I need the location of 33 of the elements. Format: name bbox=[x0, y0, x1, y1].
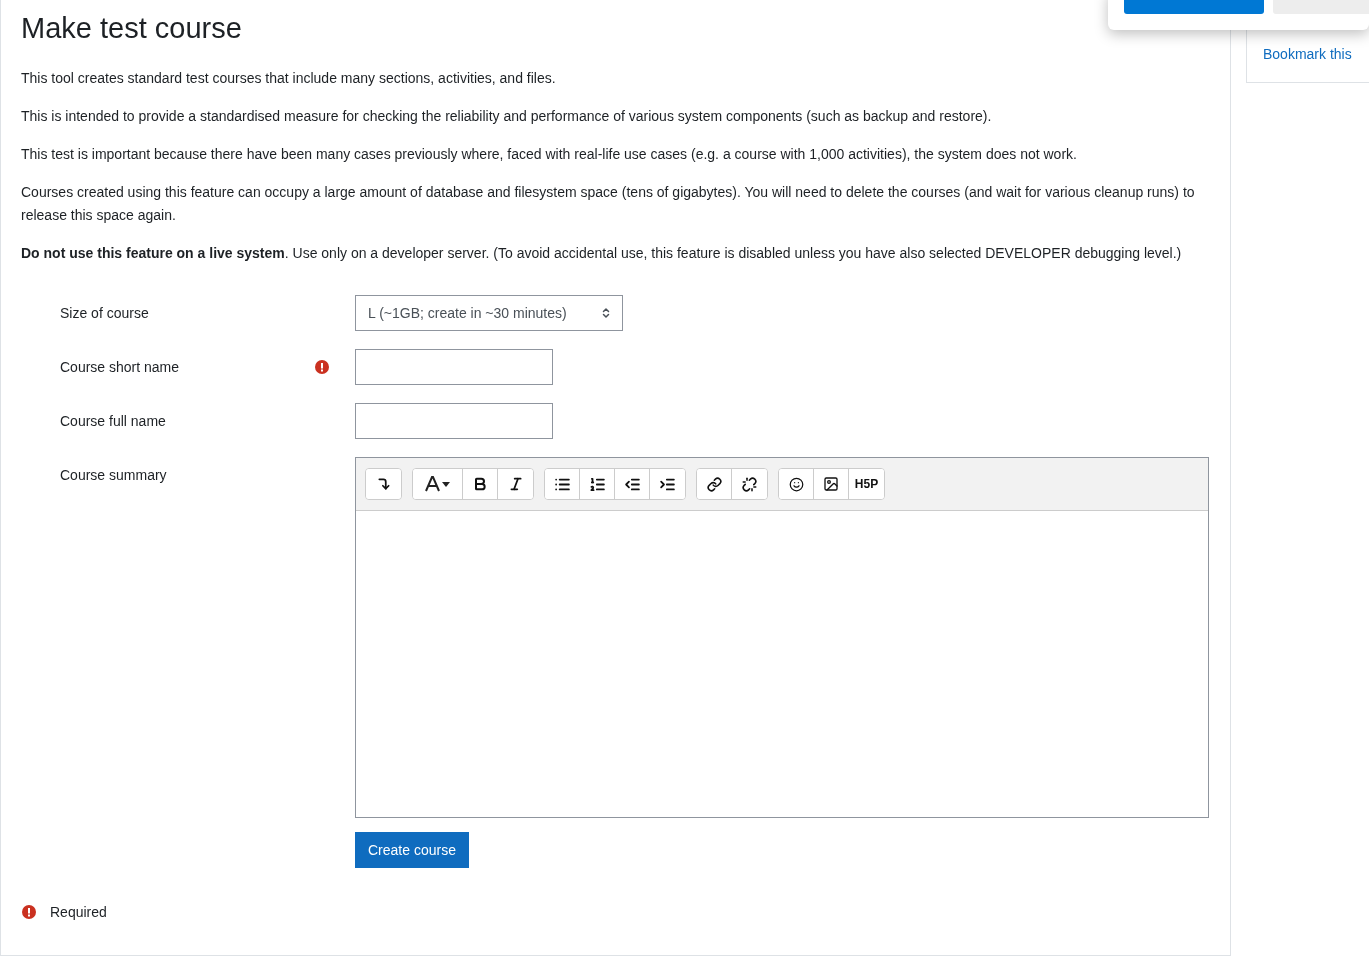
paragraph: This tool creates standard test courses that include many sections, activities, and files. bbox=[21, 69, 557, 88]
paragraph: Courses created using this feature can occupy a large amount of database and filesystem space (tens of gigabytes). You will need to delete the courses (and wait for various cleanup runs) to release this space again. bbox=[21, 183, 1196, 225]
emoji-button[interactable] bbox=[779, 469, 814, 499]
collapse-button[interactable] bbox=[366, 469, 401, 499]
field-label: Course full name bbox=[60, 412, 167, 431]
field-label: Size of course bbox=[60, 304, 150, 323]
font-icon bbox=[424, 476, 451, 492]
input-field[interactable] bbox=[355, 349, 553, 385]
bookmark-link[interactable]: Bookmark this bbox=[1263, 46, 1352, 62]
input-field[interactable] bbox=[355, 403, 553, 439]
editor-field[interactable]: H5P bbox=[355, 457, 1209, 818]
paragraph: This is intended to provide a standardised measure for checking the reliability and performance of various system components (such as backup and restore). bbox=[21, 107, 993, 126]
caret-icon bbox=[600, 307, 612, 319]
required-icon bbox=[315, 360, 329, 374]
required-icon bbox=[22, 905, 36, 919]
page-title: Make test course bbox=[21, 12, 243, 45]
size-select[interactable]: L (~1GB; create in ~30 minutes) bbox=[355, 295, 623, 331]
paragraph: Do not use this feature on a live system. Use only on a developer server. (To avoid accidental use, this feature is disabled unless you have also selected DEVELOPER debugging level.) bbox=[21, 244, 1183, 263]
font-button[interactable] bbox=[413, 469, 463, 499]
unlink-icon bbox=[742, 476, 757, 492]
link-button[interactable] bbox=[697, 469, 732, 499]
smiley-icon bbox=[788, 476, 804, 492]
create-course-button[interactable]: Create course bbox=[355, 832, 469, 868]
image-icon bbox=[823, 476, 839, 492]
numbered-list-icon bbox=[588, 475, 606, 493]
field-label: Course short name bbox=[60, 358, 181, 377]
bold-icon bbox=[472, 476, 488, 492]
paragraph: This test is important because there have been many cases previously where, faced with real-life use cases (e.g. a course with 1,000 activities), the system does not work. bbox=[21, 145, 1078, 164]
bullet-list-button[interactable] bbox=[545, 469, 580, 499]
collapse-icon bbox=[376, 477, 391, 491]
link-icon bbox=[706, 476, 722, 492]
required-note: Required bbox=[50, 903, 107, 922]
field-label: Course summary bbox=[60, 466, 168, 485]
